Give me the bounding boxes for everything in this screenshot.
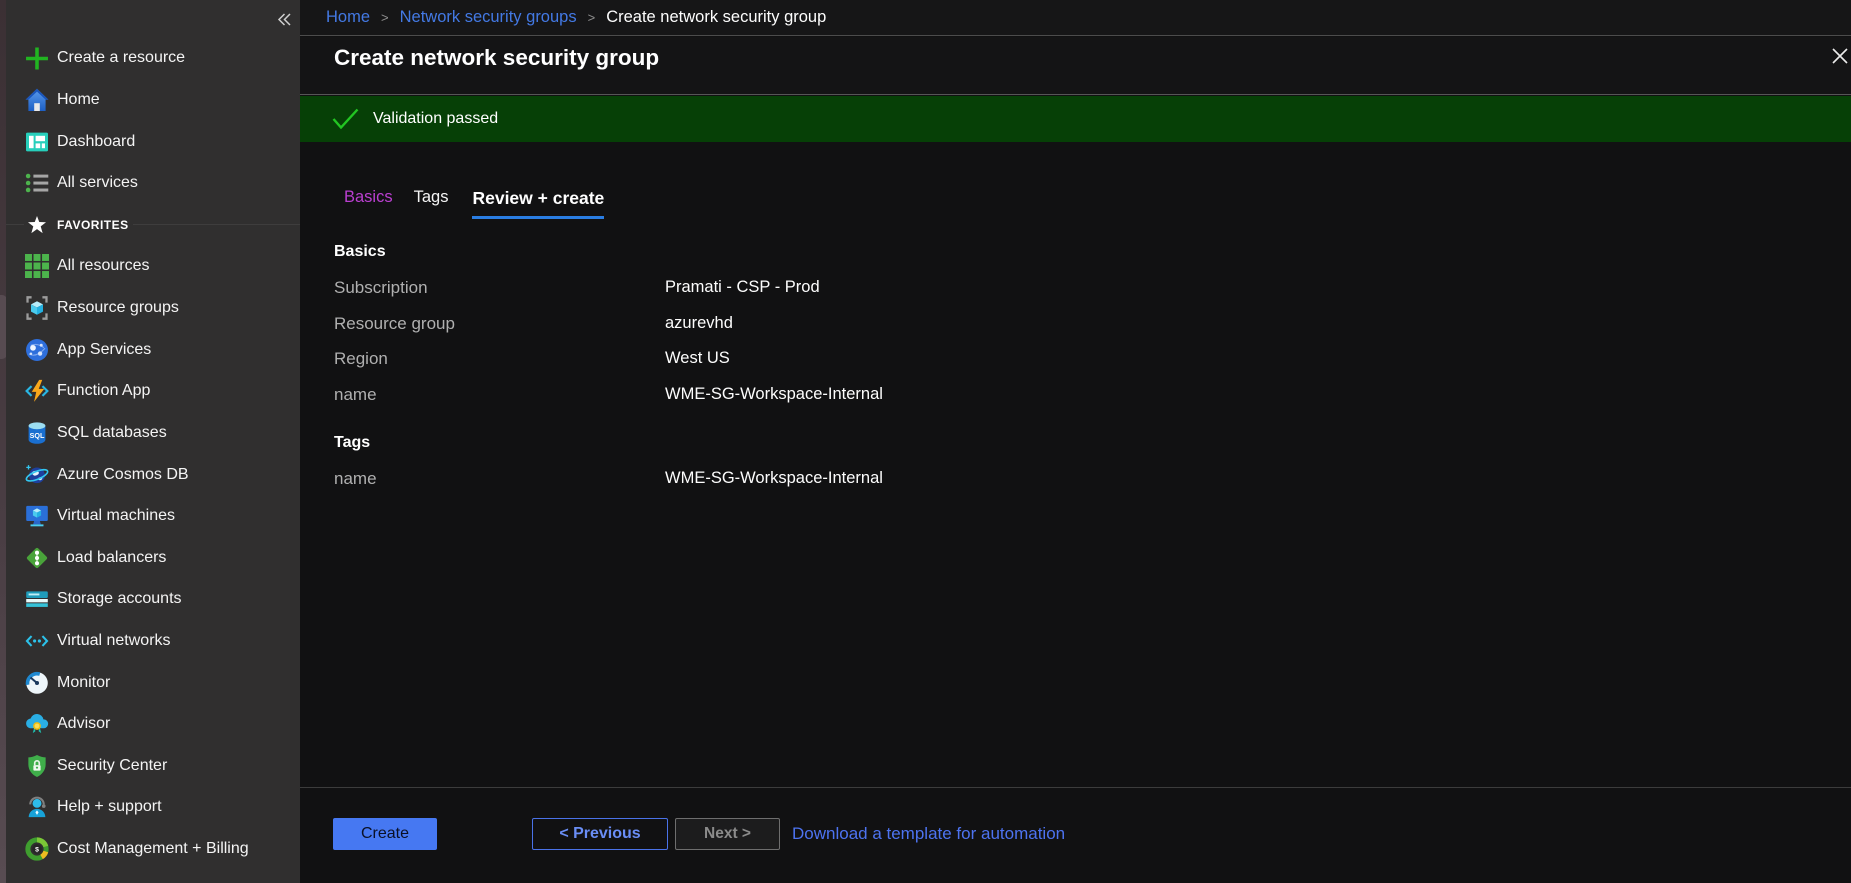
svg-text:SQL: SQL [30, 431, 45, 440]
svg-text:$: $ [35, 846, 39, 853]
